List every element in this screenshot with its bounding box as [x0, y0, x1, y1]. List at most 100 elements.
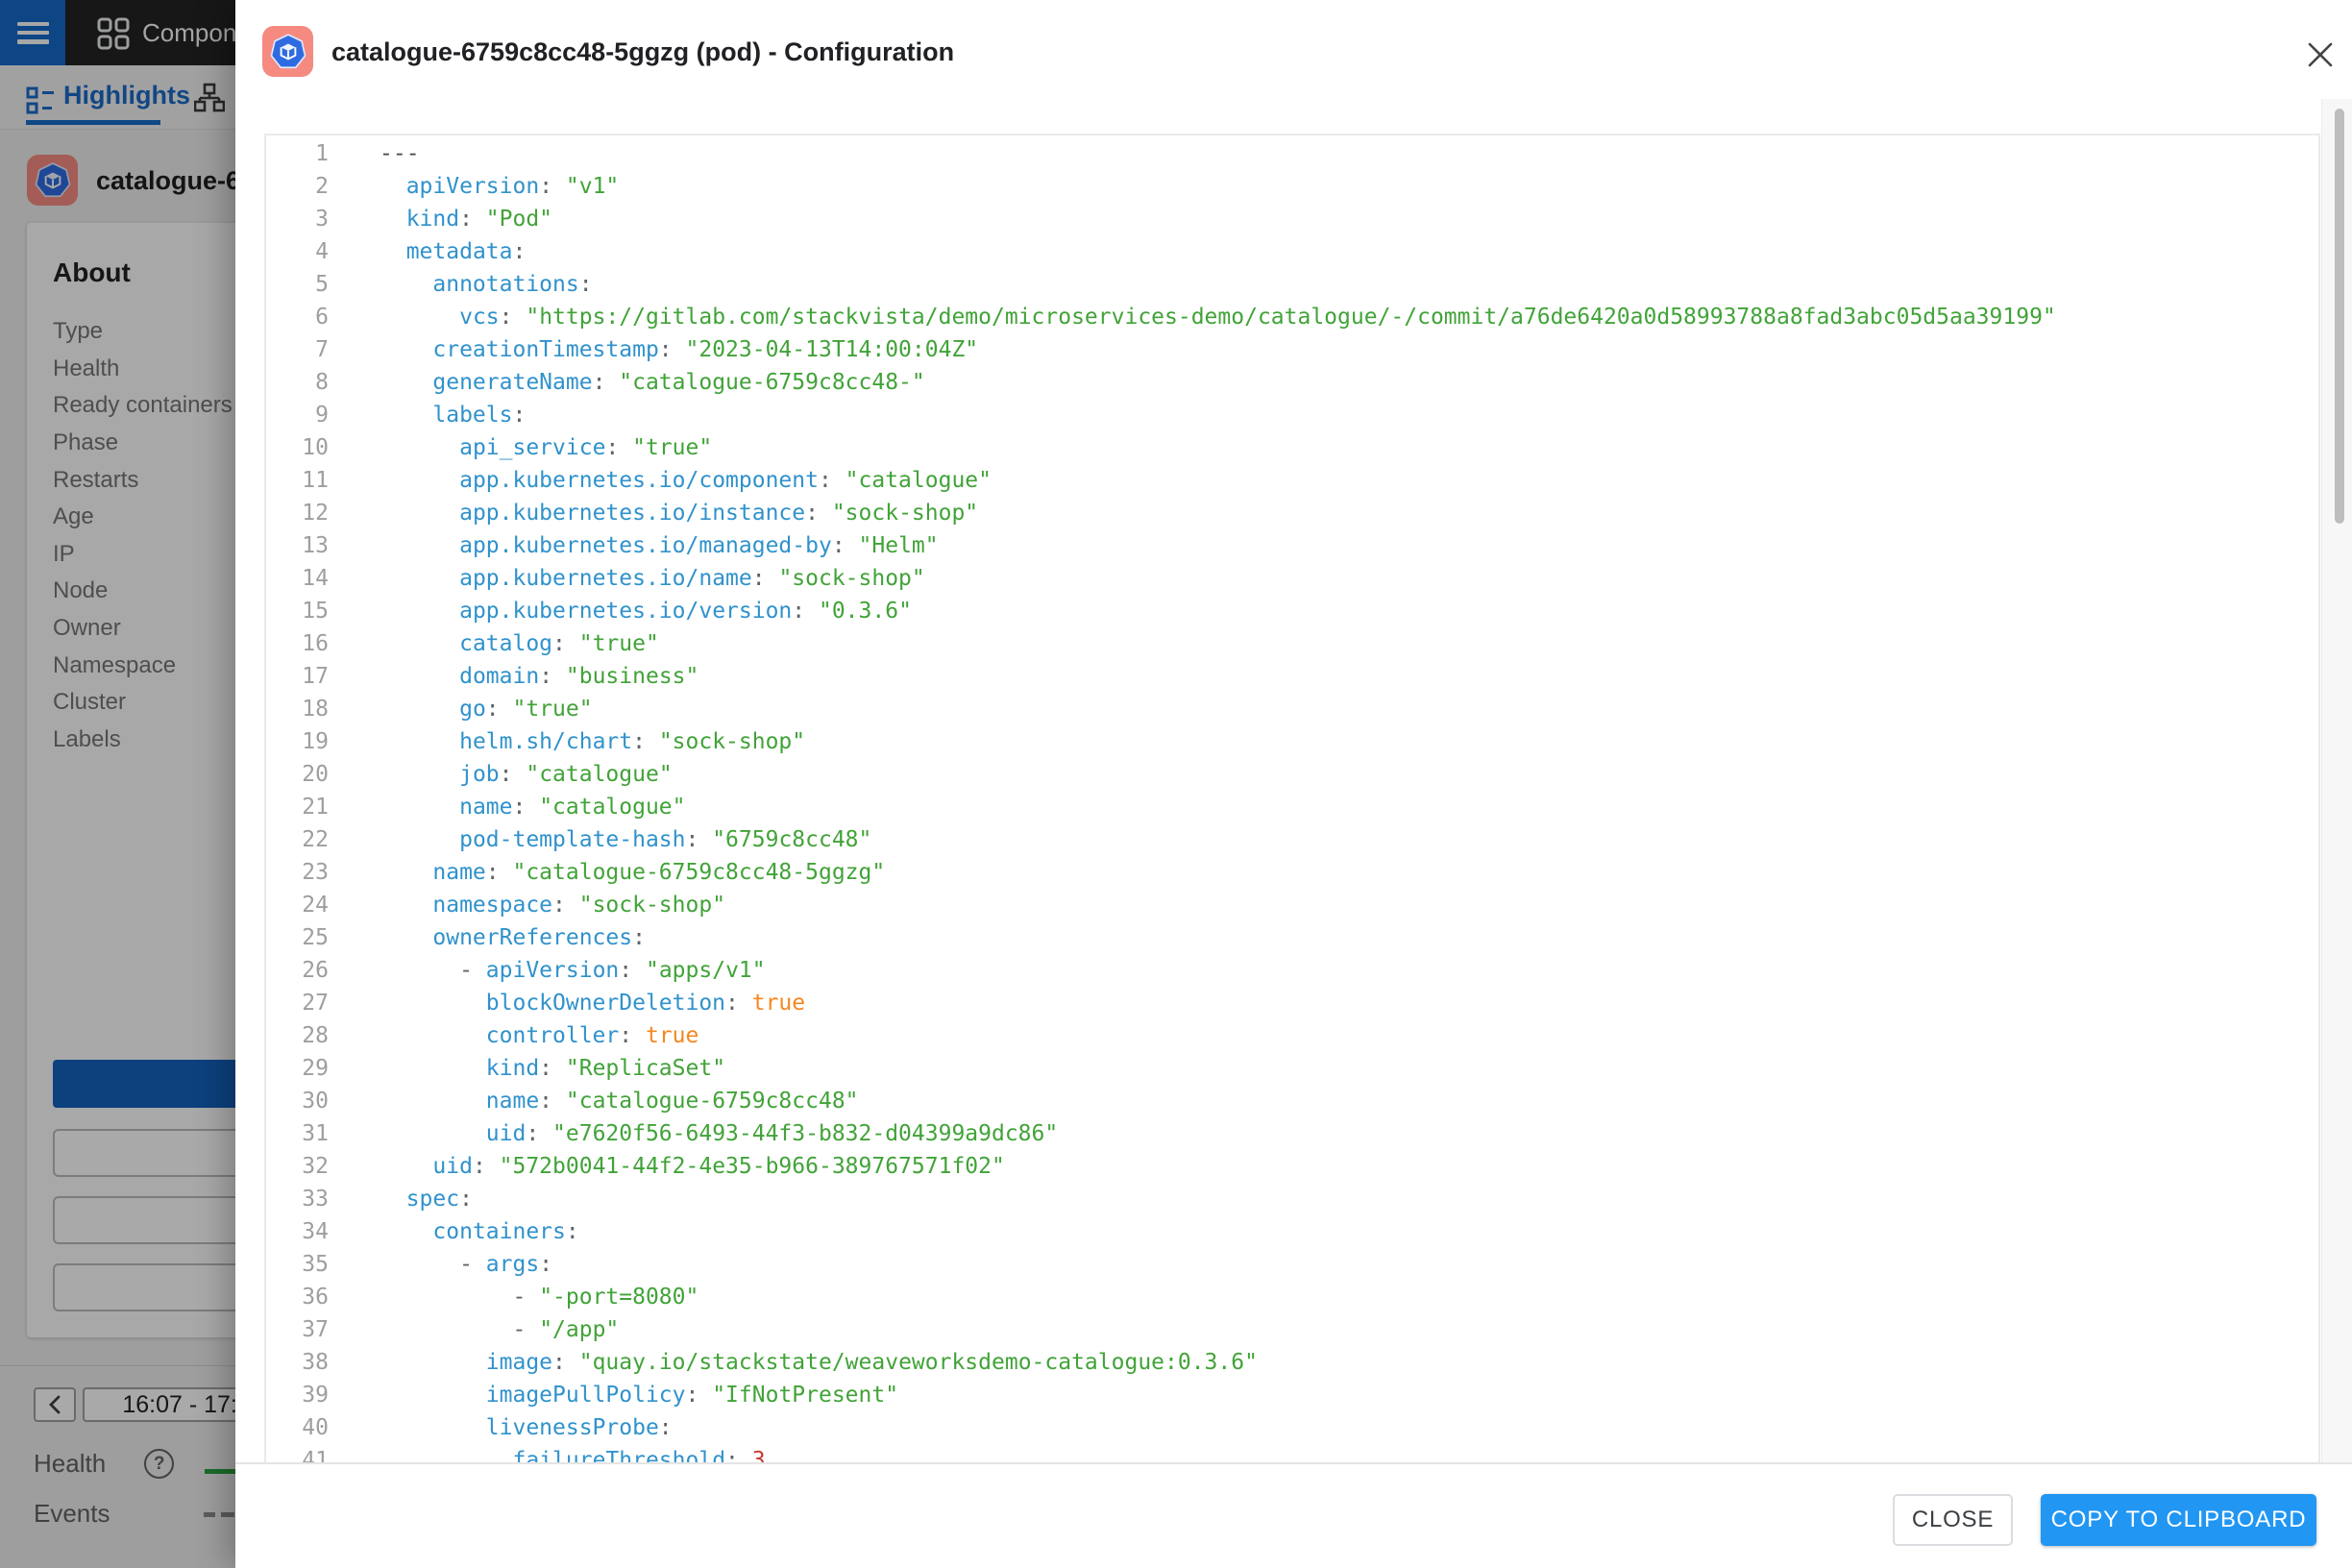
line-content: app.kubernetes.io/name: "sock-shop" — [380, 562, 925, 595]
code-line: 28 controller: true — [266, 1019, 2318, 1052]
pod-icon — [262, 26, 313, 77]
line-number: 32 — [266, 1150, 329, 1183]
code-line: 41 failureThreshold: 3 — [266, 1444, 2318, 1464]
code-line: 31 uid: "e7620f56-6493-44f3-b832-d04399a… — [266, 1117, 2318, 1150]
code-line: 27 blockOwnerDeletion: true — [266, 987, 2318, 1019]
code-line: 37 - "/app" — [266, 1313, 2318, 1346]
code-line: 24 namespace: "sock-shop" — [266, 889, 2318, 921]
code-line: 26 - apiVersion: "apps/v1" — [266, 954, 2318, 987]
line-number: 23 — [266, 856, 329, 889]
line-content: go: "true" — [380, 693, 593, 725]
line-number: 2 — [266, 170, 329, 203]
line-number: 19 — [266, 725, 329, 758]
code-line: 2 apiVersion: "v1" — [266, 170, 2318, 203]
scrollbar-thumb[interactable] — [2335, 109, 2344, 524]
line-number: 34 — [266, 1215, 329, 1248]
close-icon[interactable] — [2299, 34, 2341, 76]
yaml-code-viewer: 1---2 apiVersion: "v1"3 kind: "Pod"4 met… — [264, 134, 2320, 1464]
line-number: 5 — [266, 268, 329, 301]
modal-header: catalogue-6759c8cc48-5ggzg (pod) - Confi… — [235, 0, 2352, 106]
line-number: 28 — [266, 1019, 329, 1052]
line-content: livenessProbe: — [380, 1411, 673, 1444]
code-line: 13 app.kubernetes.io/managed-by: "Helm" — [266, 529, 2318, 562]
line-number: 29 — [266, 1052, 329, 1085]
line-number: 9 — [266, 399, 329, 431]
line-content: domain: "business" — [380, 660, 698, 693]
code-line: 34 containers: — [266, 1215, 2318, 1248]
line-content: labels: — [380, 399, 526, 431]
line-number: 26 — [266, 954, 329, 987]
line-number: 30 — [266, 1085, 329, 1117]
line-number: 40 — [266, 1411, 329, 1444]
configuration-modal: catalogue-6759c8cc48-5ggzg (pod) - Confi… — [235, 0, 2352, 1568]
code-line: 20 job: "catalogue" — [266, 758, 2318, 791]
code-line: 7 creationTimestamp: "2023-04-13T14:00:0… — [266, 333, 2318, 366]
line-number: 7 — [266, 333, 329, 366]
code-line: 10 api_service: "true" — [266, 431, 2318, 464]
line-number: 25 — [266, 921, 329, 954]
modal-footer: CLOSE COPY TO CLIPBOARD — [235, 1464, 2352, 1568]
code-line: 39 imagePullPolicy: "IfNotPresent" — [266, 1379, 2318, 1411]
line-content: - args: — [380, 1248, 552, 1281]
line-content: name: "catalogue-6759c8cc48" — [380, 1085, 859, 1117]
code-line: 33 spec: — [266, 1183, 2318, 1215]
close-button[interactable]: CLOSE — [1893, 1494, 2013, 1546]
line-number: 13 — [266, 529, 329, 562]
line-number: 20 — [266, 758, 329, 791]
line-number: 17 — [266, 660, 329, 693]
line-content: annotations: — [380, 268, 593, 301]
scrollbar-track[interactable] — [2321, 99, 2352, 1462]
line-number: 39 — [266, 1379, 329, 1411]
line-content: creationTimestamp: "2023-04-13T14:00:04Z… — [380, 333, 978, 366]
code-line: 11 app.kubernetes.io/component: "catalog… — [266, 464, 2318, 497]
screen: Components Highlights — [0, 0, 2352, 1568]
line-content: helm.sh/chart: "sock-shop" — [380, 725, 805, 758]
code-line: 6 vcs: "https://gitlab.com/stackvista/de… — [266, 301, 2318, 333]
line-content: image: "quay.io/stackstate/weaveworksdem… — [380, 1346, 1258, 1379]
code-line: 9 labels: — [266, 399, 2318, 431]
code-line: 18 go: "true" — [266, 693, 2318, 725]
line-content: uid: "572b0041-44f2-4e35-b966-389767571f… — [380, 1150, 1005, 1183]
line-content: imagePullPolicy: "IfNotPresent" — [380, 1379, 898, 1411]
line-number: 14 — [266, 562, 329, 595]
line-number: 41 — [266, 1444, 329, 1464]
line-number: 11 — [266, 464, 329, 497]
line-content: name: "catalogue" — [380, 791, 686, 823]
copy-to-clipboard-button[interactable]: COPY TO CLIPBOARD — [2041, 1494, 2316, 1546]
line-content: metadata: — [380, 235, 526, 268]
code-line: 32 uid: "572b0041-44f2-4e35-b966-3897675… — [266, 1150, 2318, 1183]
line-content: app.kubernetes.io/managed-by: "Helm" — [380, 529, 939, 562]
code-line: 15 app.kubernetes.io/version: "0.3.6" — [266, 595, 2318, 627]
line-content: app.kubernetes.io/instance: "sock-shop" — [380, 497, 978, 529]
code-line: 17 domain: "business" — [266, 660, 2318, 693]
line-content: apiVersion: "v1" — [380, 170, 619, 203]
line-content: app.kubernetes.io/component: "catalogue" — [380, 464, 992, 497]
code-lines: 1---2 apiVersion: "v1"3 kind: "Pod"4 met… — [266, 135, 2318, 1464]
line-number: 33 — [266, 1183, 329, 1215]
code-line: 4 metadata: — [266, 235, 2318, 268]
code-line: 16 catalog: "true" — [266, 627, 2318, 660]
line-number: 4 — [266, 235, 329, 268]
line-content: - apiVersion: "apps/v1" — [380, 954, 766, 987]
line-content: kind: "ReplicaSet" — [380, 1052, 725, 1085]
code-line: 21 name: "catalogue" — [266, 791, 2318, 823]
line-number: 37 — [266, 1313, 329, 1346]
line-number: 16 — [266, 627, 329, 660]
line-number: 36 — [266, 1281, 329, 1313]
line-content: failureThreshold: 3 — [380, 1444, 766, 1464]
code-line: 22 pod-template-hash: "6759c8cc48" — [266, 823, 2318, 856]
line-number: 3 — [266, 203, 329, 235]
line-number: 22 — [266, 823, 329, 856]
code-line: 12 app.kubernetes.io/instance: "sock-sho… — [266, 497, 2318, 529]
line-number: 21 — [266, 791, 329, 823]
line-content: uid: "e7620f56-6493-44f3-b832-d04399a9dc… — [380, 1117, 1058, 1150]
line-content: --- — [380, 137, 420, 170]
line-content: blockOwnerDeletion: true — [380, 987, 805, 1019]
code-line: 19 helm.sh/chart: "sock-shop" — [266, 725, 2318, 758]
line-number: 38 — [266, 1346, 329, 1379]
line-number: 18 — [266, 693, 329, 725]
line-content: containers: — [380, 1215, 579, 1248]
line-content: pod-template-hash: "6759c8cc48" — [380, 823, 871, 856]
code-line: 23 name: "catalogue-6759c8cc48-5ggzg" — [266, 856, 2318, 889]
line-number: 12 — [266, 497, 329, 529]
